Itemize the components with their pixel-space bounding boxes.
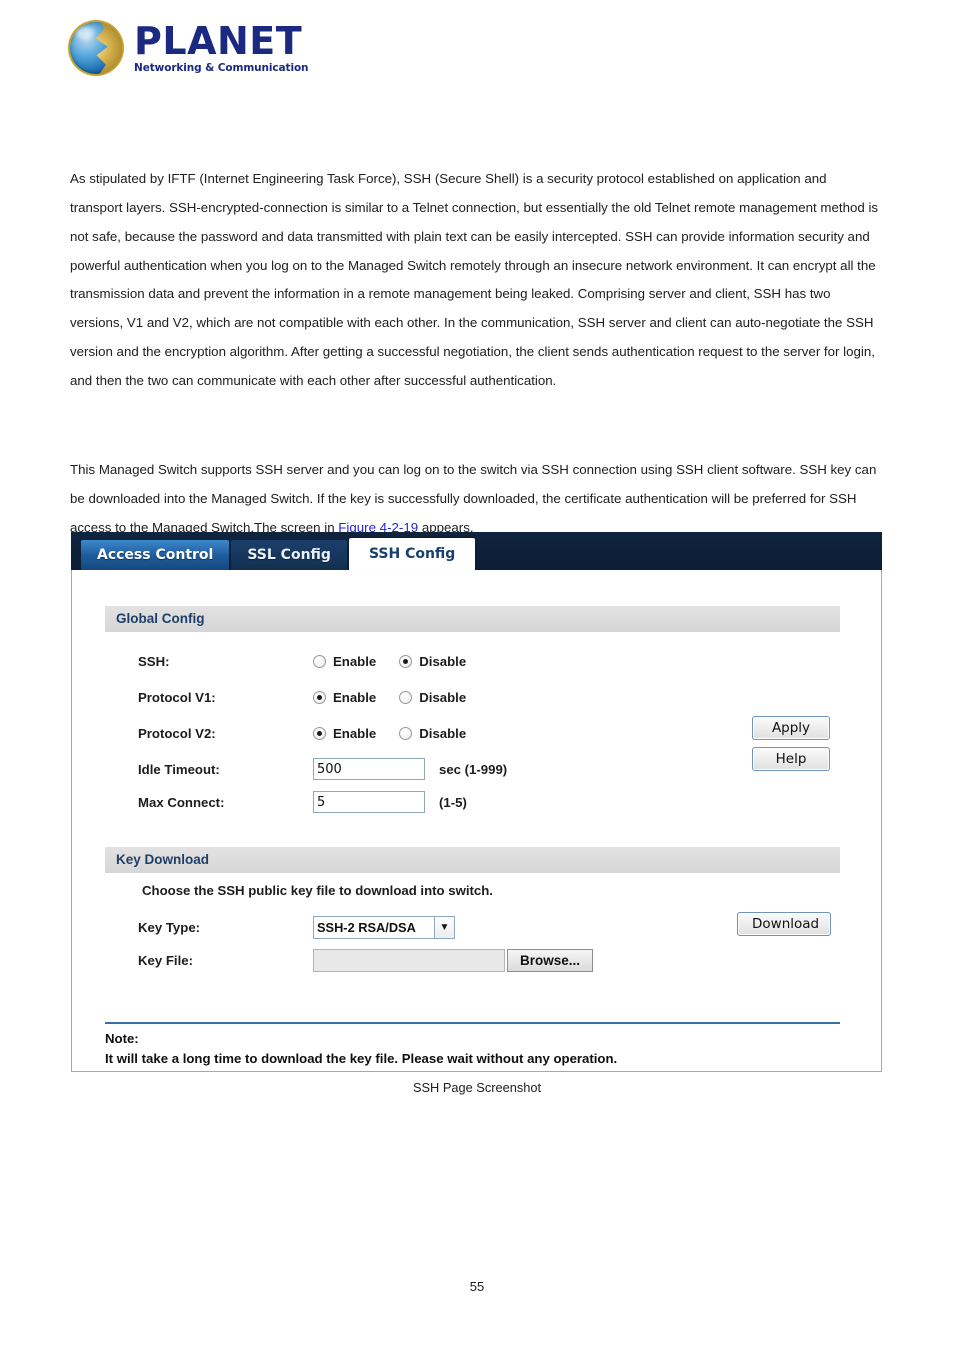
ui-tab-bar: Access Control SSL Config SSH Config [71, 532, 882, 570]
tab-ssl-config[interactable]: SSL Config [231, 540, 347, 570]
label-max-connect: Max Connect: [138, 794, 225, 810]
max-connect-input[interactable] [313, 791, 425, 813]
note-divider [105, 1022, 840, 1024]
note-title: Note: [105, 1031, 139, 1046]
figure-caption: SSH Page Screenshot [412, 1080, 542, 1095]
row-key-type: Key Type: SSH-2 RSA/DSA ▼ [138, 915, 455, 939]
radio-protocol-v1-disable[interactable] [399, 690, 413, 704]
idle-timeout-input[interactable] [313, 758, 425, 780]
radio-protocol-v2-disable[interactable] [399, 726, 413, 740]
row-key-file: Key File: Browse... [138, 948, 594, 972]
row-ssh: SSH: Enable Disable [138, 649, 466, 673]
row-idle-timeout: Idle Timeout: sec (1-999) [138, 757, 507, 781]
brand-tagline: Networking & Communication [134, 62, 309, 75]
label-key-type: Key Type: [138, 919, 201, 935]
tab-ssh-config[interactable]: SSH Config [348, 538, 476, 570]
radio-group-protocol-v1[interactable]: Enable Disable [313, 690, 466, 705]
row-max-connect: Max Connect: (1-5) [138, 790, 467, 814]
tab-access-control[interactable]: Access Control [81, 540, 230, 570]
label-ssh: SSH: [138, 653, 170, 669]
key-type-select[interactable]: SSH-2 RSA/DSA ▼ [313, 915, 455, 939]
key-file-field[interactable]: Browse... [313, 948, 594, 972]
key-download-helper-text: Choose the SSH public key file to downlo… [142, 883, 493, 898]
note-text: It will take a long time to download the… [105, 1051, 618, 1066]
radio-protocol-v2-enable[interactable] [313, 726, 326, 740]
help-button[interactable]: Help [752, 747, 830, 771]
key-type-selected-value: SSH-2 RSA/DSA [317, 919, 416, 935]
brand-header: PLANET Networking & Communication [70, 19, 309, 75]
ssh-config-panel: Global Config SSH: Enable Disable Protoc… [71, 570, 882, 1072]
download-button[interactable]: Download [737, 912, 831, 936]
radio-group-ssh[interactable]: Enable Disable [313, 654, 466, 669]
radio-label-protocol-v1-disable: Disable [419, 689, 467, 705]
radio-ssh-enable[interactable] [313, 654, 326, 668]
label-key-file: Key File: [138, 952, 193, 968]
radio-label-protocol-v2-disable: Disable [419, 725, 467, 741]
apply-button[interactable]: Apply [752, 716, 830, 740]
label-idle-timeout: Idle Timeout: [138, 761, 220, 777]
label-protocol-v2: Protocol V2: [138, 725, 216, 741]
radio-label-ssh-disable: Disable [419, 653, 467, 669]
label-protocol-v1: Protocol V1: [138, 689, 216, 705]
figure-reference-paragraph: This Managed Switch supports SSH server … [70, 456, 882, 542]
brand-text: PLANET Networking & Communication [134, 19, 309, 75]
chevron-down-icon[interactable]: ▼ [434, 916, 454, 938]
planet-globe-icon [70, 22, 122, 74]
radio-group-protocol-v2[interactable]: Enable Disable [313, 726, 466, 741]
page-number: 55 [469, 1279, 485, 1294]
brand-name: PLANET [134, 19, 303, 64]
key-file-input[interactable] [313, 948, 505, 972]
radio-label-ssh-enable: Enable [333, 653, 377, 669]
radio-label-protocol-v2-enable: Enable [333, 725, 377, 741]
browse-button[interactable]: Browse... [507, 948, 594, 972]
radio-label-protocol-v1-enable: Enable [333, 689, 377, 705]
radio-protocol-v1-enable[interactable] [313, 690, 326, 704]
section-header-key-download: Key Download [105, 847, 840, 873]
row-protocol-v1: Protocol V1: Enable Disable [138, 685, 466, 709]
hint-idle-timeout: sec (1-999) [439, 761, 508, 777]
row-protocol-v2: Protocol V2: Enable Disable [138, 721, 466, 745]
section-header-global-config: Global Config [105, 606, 840, 632]
intro-paragraph: As stipulated by IFTF (Internet Engineer… [70, 171, 879, 388]
hint-max-connect: (1-5) [439, 794, 467, 810]
radio-ssh-disable[interactable] [399, 654, 413, 668]
